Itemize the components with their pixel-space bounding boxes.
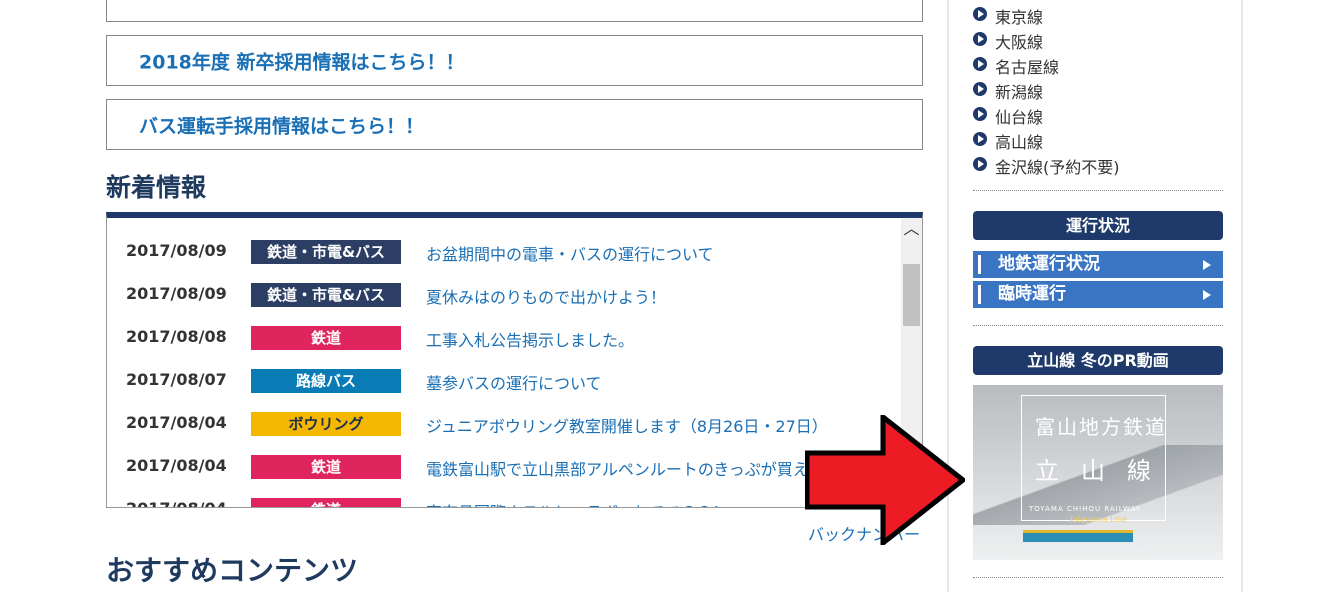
news-row: 2017/08/04 鉄道 宇奈月国際ホテルとコラボ☆ちてでＧＯ！ <box>107 489 902 507</box>
page: 2018年度 新卒採用情報はこちら！！ バス運転手採用情報はこちら！！ 新着情報… <box>0 0 1337 592</box>
news-date: 2017/08/04 <box>126 499 227 507</box>
red-arrow-icon <box>805 415 965 545</box>
train-image <box>1023 530 1133 542</box>
route-label: 東京線 <box>995 8 1044 27</box>
triangle-right-icon <box>1203 260 1211 270</box>
recruit-2018-button[interactable]: 2018年度 新卒採用情報はこちら！！ <box>106 35 923 86</box>
circle-play-icon <box>973 107 987 121</box>
news-row: 2017/08/04 鉄道 電鉄富山駅で立山黒部アルペンルートのきっぷが買え <box>107 446 902 489</box>
circle-play-icon <box>973 82 987 96</box>
route-label: 新潟線 <box>995 83 1044 102</box>
news-row: 2017/08/08 鉄道 工事入札公告掲示しました。 <box>107 317 902 360</box>
circle-play-icon <box>973 7 987 21</box>
triangle-right-icon <box>1203 290 1211 300</box>
divider <box>973 325 1223 326</box>
news-date: 2017/08/09 <box>126 284 227 303</box>
circle-play-icon <box>973 32 987 46</box>
partial-banner-button[interactable] <box>106 0 923 22</box>
bus-driver-recruit-label: バス運転手採用情報はこちら！！ <box>139 115 425 137</box>
news-category-badge: 鉄道 <box>251 455 401 479</box>
divider <box>973 577 1223 578</box>
video-title-line2: 立山線 <box>1035 457 1173 485</box>
video-title-line4: Tateyama Line <box>1069 515 1128 524</box>
news-link[interactable]: 宇奈月国際ホテルとコラボ☆ちてでＧＯ！ <box>426 499 728 507</box>
news-list: 2017/08/09 鉄道・市電&バス お盆期間中の電車・バスの運行について 2017… <box>106 212 923 508</box>
circle-play-icon <box>973 57 987 71</box>
status-link-rinji[interactable]: 臨時運行 <box>973 281 1223 308</box>
news-date: 2017/08/09 <box>126 241 227 260</box>
link-bar-decor <box>978 255 981 274</box>
status-link-chitetsu[interactable]: 地鉄運行状況 <box>973 251 1223 278</box>
pr-video-thumbnail[interactable]: 富山地方鉄道 立山線 TOYAMA CHIHOU RAILWAY Tateyam… <box>973 385 1223 560</box>
news-date: 2017/08/04 <box>126 456 227 475</box>
news-link[interactable]: ジュニアボウリング教室開催します（8月26日・27日） <box>426 413 828 437</box>
news-date: 2017/08/08 <box>126 327 227 346</box>
route-label: 名古屋線 <box>995 58 1060 77</box>
circle-play-icon <box>973 157 987 171</box>
route-label: 高山線 <box>995 133 1044 152</box>
news-row: 2017/08/09 鉄道・市電&バス 夏休みはのりもので出かけよう！ <box>107 274 902 317</box>
news-link[interactable]: お盆期間中の電車・バスの運行について <box>426 241 714 265</box>
news-row: 2017/08/04 ボウリング ジュニアボウリング教室開催します（8月26日・27… <box>107 403 902 446</box>
route-label: 仙台線 <box>995 108 1044 127</box>
video-heading: 立山線 冬のPR動画 <box>973 346 1223 375</box>
video-title-line3: TOYAMA CHIHOU RAILWAY <box>1029 505 1142 513</box>
divider <box>973 190 1223 191</box>
news-category-badge: ボウリング <box>251 412 401 436</box>
circle-play-icon <box>973 132 987 146</box>
route-label: 金沢線(予約不要) <box>995 158 1120 177</box>
news-row: 2017/08/07 路線バス 墓参バスの運行について <box>107 360 902 403</box>
status-link-label: 地鉄運行状況 <box>998 254 1100 274</box>
news-link[interactable]: 夏休みはのりもので出かけよう！ <box>426 284 666 308</box>
news-category-badge: 鉄道 <box>251 326 401 350</box>
status-heading: 運行状況 <box>973 211 1223 240</box>
news-link[interactable]: 電鉄富山駅で立山黒部アルペンルートのきっぷが買え <box>426 456 809 480</box>
news-category-badge: 鉄道 <box>251 498 401 507</box>
news-category-badge: 鉄道・市電&バス <box>251 240 401 264</box>
bus-driver-recruit-button[interactable]: バス運転手採用情報はこちら！！ <box>106 99 923 150</box>
sidebar: 東京線大阪線名古屋線新潟線仙台線高山線金沢線(予約不要) 運行状況 地鉄運行状況… <box>947 0 1243 592</box>
link-bar-decor <box>978 285 981 304</box>
news-row: 2017/08/09 鉄道・市電&バス お盆期間中の電車・バスの運行について <box>107 231 902 274</box>
recruit-2018-label: 2018年度 新卒採用情報はこちら！！ <box>139 51 465 73</box>
scroll-thumb[interactable] <box>903 264 920 326</box>
news-category-badge: 鉄道・市電&バス <box>251 283 401 307</box>
route-label: 大阪線 <box>995 33 1044 52</box>
news-category-badge: 路線バス <box>251 369 401 393</box>
news-link[interactable]: 工事入札公告掲示しました。 <box>426 327 634 351</box>
recommended-content-heading: おすすめコンテンツ <box>106 554 359 587</box>
news-heading: 新着情報 <box>106 173 207 202</box>
video-title-line1: 富山地方鉄道 <box>1035 415 1167 439</box>
news-date: 2017/08/04 <box>126 413 227 432</box>
news-date: 2017/08/07 <box>126 370 227 389</box>
status-link-label: 臨時運行 <box>998 284 1066 304</box>
news-link[interactable]: 墓参バスの運行について <box>426 370 602 394</box>
scroll-up-icon[interactable]: ︿ <box>901 218 922 240</box>
